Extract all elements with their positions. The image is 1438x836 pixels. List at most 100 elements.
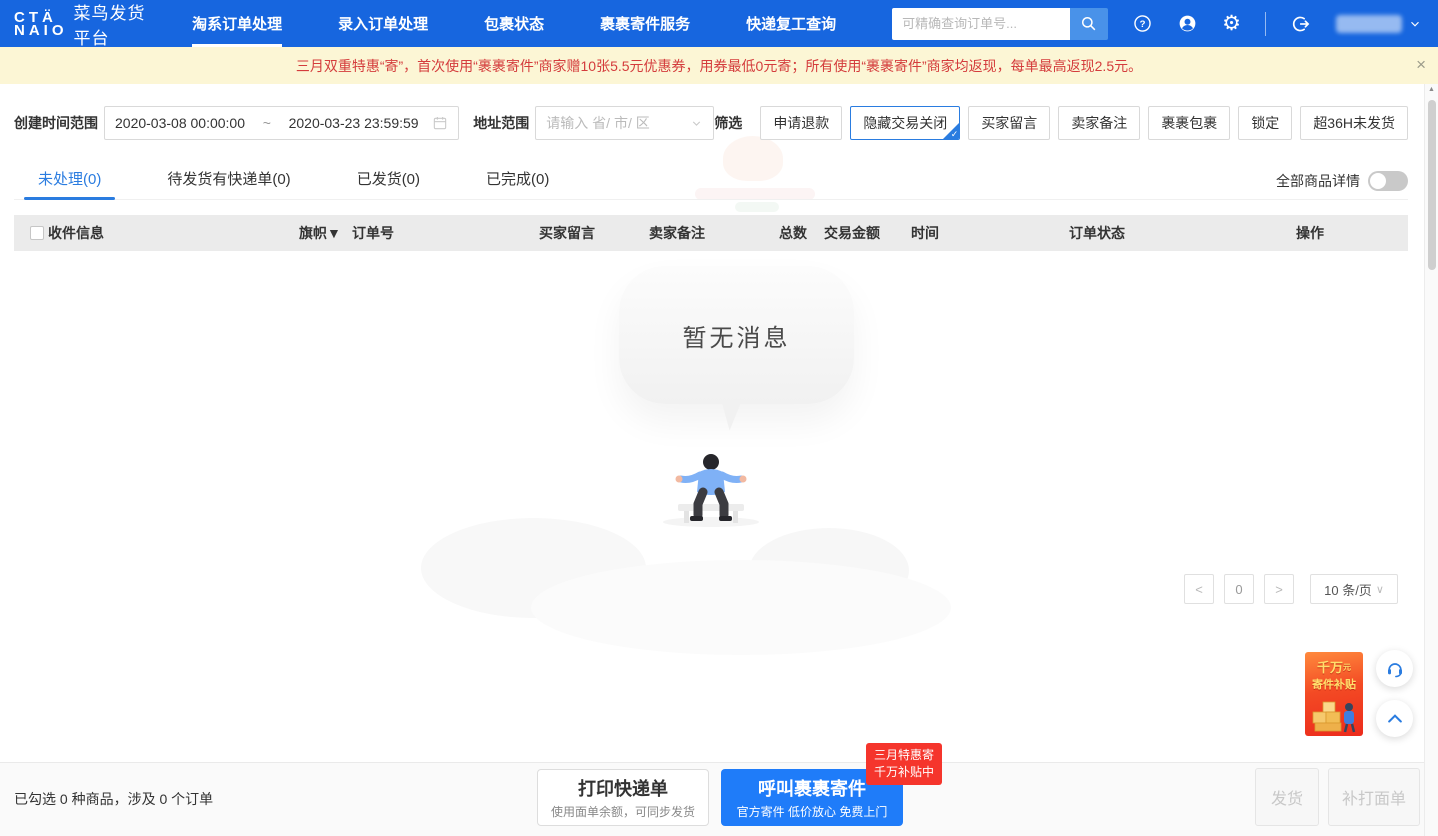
table-column-header: 卖家备注 bbox=[649, 223, 779, 243]
print-waybill-title: 打印快递单 bbox=[578, 775, 668, 801]
tab[interactable]: 已发货(0) bbox=[355, 158, 422, 199]
settings-button[interactable]: ⚙ bbox=[1222, 14, 1241, 34]
table-header: 收件信息 旗帜▼ 订单号 买家留言 卖家备注 总数 交易金额 时间 订单状态 bbox=[14, 215, 1408, 251]
filter-chip[interactable]: 裹裹包裹 bbox=[1148, 106, 1230, 140]
product-detail-toggle-group: 全部商品详情 bbox=[1276, 171, 1408, 199]
floating-service-button[interactable] bbox=[1376, 650, 1413, 687]
ship-button[interactable]: 发货 bbox=[1255, 768, 1319, 826]
user-menu-caret[interactable] bbox=[1408, 17, 1422, 31]
filter-chip-list: 申请退款 隐藏交易关闭 买家留言 卖家备注 裹裹包裹 锁定 超36H未发货 bbox=[752, 106, 1408, 140]
order-search-input[interactable] bbox=[892, 8, 1070, 40]
tab[interactable]: 未处理(0) bbox=[36, 158, 103, 199]
tab[interactable]: 待发货有快递单(0) bbox=[165, 158, 292, 199]
current-page-indicator: 0 bbox=[1224, 574, 1254, 604]
promo-banner-text: 三月双重特惠“寄”，首次使用“裹裹寄件”商家赠10张5.5元优惠券，用券最低0元… bbox=[296, 56, 1142, 76]
empty-message-bubble: 暂无消息 bbox=[619, 266, 854, 404]
select-all-checkbox[interactable] bbox=[30, 226, 44, 240]
headset-icon bbox=[1385, 659, 1405, 679]
tab-list: 未处理(0) 待发货有快递单(0) 已发货(0) 已完成(0) bbox=[14, 158, 591, 199]
date-range-label: 创建时间范围 bbox=[14, 113, 98, 133]
table-column-header[interactable]: 旗帜▼ bbox=[299, 223, 352, 243]
vertical-scrollbar[interactable]: ▲ bbox=[1424, 84, 1438, 836]
scrollbar-thumb[interactable] bbox=[1428, 100, 1436, 270]
app-root: CTÄ NAIO 菜鸟发货平台 淘系订单处理 录入订单处理 包裹状态 bbox=[0, 0, 1438, 836]
nav-item[interactable]: 淘系订单处理 bbox=[192, 0, 282, 47]
product-detail-toggle[interactable] bbox=[1368, 171, 1408, 191]
tab[interactable]: 已完成(0) bbox=[484, 158, 551, 199]
main-content: 创建时间范围 2020-03-08 00:00:00 ~ 2020-03-23 … bbox=[0, 84, 1424, 762]
subsidy-ad-banner[interactable]: 千万元 寄件补贴 bbox=[1305, 652, 1363, 736]
promo-badge: 三月特惠寄 千万补贴中 bbox=[866, 743, 942, 785]
filter-chip[interactable]: 锁定 bbox=[1238, 106, 1292, 140]
tabs-row: 未处理(0) 待发货有快递单(0) 已发货(0) 已完成(0) 全部商品详情 bbox=[14, 158, 1408, 200]
page-size-select[interactable]: 10 条/页 ∨ bbox=[1310, 574, 1398, 604]
filter-chip[interactable]: 申请退款 bbox=[760, 106, 842, 140]
logout-button[interactable] bbox=[1290, 13, 1312, 35]
customer-service-button[interactable] bbox=[1177, 13, 1198, 34]
parcel-boxes-illustration bbox=[1307, 694, 1361, 734]
reprint-waybill-button[interactable]: 补打面单 bbox=[1328, 768, 1420, 826]
nav-item[interactable]: 录入订单处理 bbox=[338, 0, 428, 47]
table-column-header: 总数 bbox=[779, 223, 824, 243]
search-button[interactable] bbox=[1070, 8, 1108, 40]
help-button[interactable]: ? bbox=[1132, 13, 1153, 34]
platform-name: 菜鸟发货平台 bbox=[74, 0, 155, 49]
promo-banner: 三月双重特惠“寄”，首次使用“裹裹寄件”商家赠10张5.5元优惠券，用券最低0元… bbox=[0, 47, 1438, 84]
selection-summary: 已勾选 0 种商品，涉及 0 个订单 bbox=[14, 789, 213, 809]
toggle-knob bbox=[1370, 173, 1386, 189]
tab-label: 已发货(0) bbox=[357, 171, 420, 188]
nav-item[interactable]: 包裹状态 bbox=[484, 0, 544, 47]
ad-line2: 寄件补贴 bbox=[1305, 676, 1363, 692]
topnav-right: ? ⚙ bbox=[892, 8, 1438, 40]
nav-item-label: 录入订单处理 bbox=[338, 13, 428, 34]
filter-chip[interactable]: 卖家备注 bbox=[1058, 106, 1140, 140]
address-range-label: 地址范围 bbox=[473, 113, 529, 133]
tab-label: 未处理(0) bbox=[38, 171, 101, 188]
address-select[interactable]: 请输入 省/ 市/ 区 bbox=[535, 106, 714, 140]
filter-chip-label: 裹裹包裹 bbox=[1161, 115, 1217, 131]
filter-chip-label: 超36H未发货 bbox=[1313, 115, 1395, 131]
table-column-header: 操作 bbox=[1296, 223, 1408, 243]
help-icon: ? bbox=[1132, 13, 1153, 34]
filter-chip[interactable]: 买家留言 bbox=[968, 106, 1050, 140]
ad-line1: 千万 bbox=[1317, 660, 1343, 675]
empty-message-text: 暂无消息 bbox=[683, 318, 791, 353]
bubble-tail bbox=[721, 399, 745, 431]
print-waybill-button[interactable]: 打印快递单 使用面单余额，可同步发货 bbox=[537, 769, 709, 826]
scrollbar-up-arrow[interactable]: ▲ bbox=[1425, 86, 1438, 93]
filter-chip[interactable]: 超36H未发货 bbox=[1300, 106, 1408, 140]
date-range-picker[interactable]: 2020-03-08 00:00:00 ~ 2020-03-23 23:59:5… bbox=[104, 106, 459, 140]
date-start: 2020-03-08 00:00:00 bbox=[115, 115, 245, 131]
table-column-header: 交易金额 bbox=[824, 223, 911, 243]
promo-badge-line2: 千万补贴中 bbox=[874, 764, 934, 781]
filter-label: 筛选 bbox=[714, 113, 742, 133]
filter-chip[interactable]: 隐藏交易关闭 bbox=[850, 106, 960, 140]
address-placeholder: 请输入 省/ 市/ 区 bbox=[546, 113, 649, 133]
next-page-button[interactable]: > bbox=[1264, 574, 1294, 604]
table-column-list: 收件信息 旗帜▼ 订单号 买家留言 卖家备注 总数 交易金额 时间 订单状态 bbox=[48, 223, 1408, 243]
nav-item-label: 裹裹寄件服务 bbox=[600, 13, 690, 34]
back-to-top-button[interactable] bbox=[1376, 700, 1413, 737]
promo-badge-line1: 三月特惠寄 bbox=[874, 747, 934, 764]
ground-decoration bbox=[531, 560, 951, 655]
nav-item-label: 淘系订单处理 bbox=[192, 13, 282, 34]
banner-close-button[interactable]: × bbox=[1416, 56, 1426, 74]
table-column-header: 订单状态 bbox=[1069, 223, 1296, 243]
nav-item[interactable]: 快递复工查询 bbox=[746, 0, 836, 47]
calendar-icon bbox=[432, 115, 448, 131]
date-end: 2020-03-23 23:59:59 bbox=[289, 115, 419, 131]
chevron-down-icon bbox=[690, 117, 703, 130]
search-icon bbox=[1079, 14, 1099, 34]
logo-line2: NAIO bbox=[14, 24, 68, 37]
nav-item[interactable]: 裹裹寄件服务 bbox=[600, 0, 690, 47]
table-column-header: 买家留言 bbox=[539, 223, 649, 243]
cainiao-logo: CTÄ NAIO 菜鸟发货平台 bbox=[0, 0, 154, 49]
headset-icon bbox=[1177, 13, 1198, 34]
top-nav: CTÄ NAIO 菜鸟发货平台 淘系订单处理 录入订单处理 包裹状态 bbox=[0, 0, 1438, 47]
filter-chip-label: 卖家备注 bbox=[1071, 115, 1127, 131]
filter-chips: 筛选 申请退款 隐藏交易关闭 买家留言 卖家备注 裹裹包裹 锁定 bbox=[714, 106, 1408, 140]
prev-page-button[interactable]: < bbox=[1184, 574, 1214, 604]
main-nav: 淘系订单处理 录入订单处理 包裹状态 裹裹寄件服务 快递复工查询 bbox=[192, 0, 892, 47]
filter-row: 创建时间范围 2020-03-08 00:00:00 ~ 2020-03-23 … bbox=[14, 106, 1408, 140]
nav-item-label: 包裹状态 bbox=[484, 13, 544, 34]
